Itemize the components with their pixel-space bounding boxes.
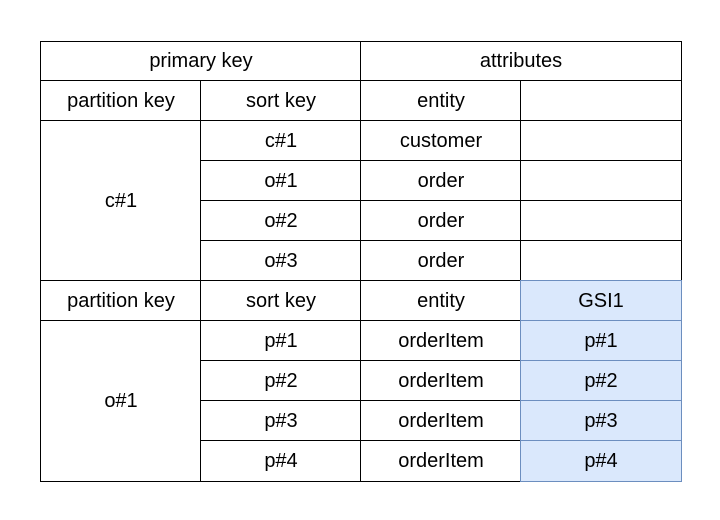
attribute-cell — [520, 240, 682, 282]
partition-key-header: partition key — [40, 80, 202, 122]
entity-cell: orderItem — [360, 440, 522, 482]
gsi1-cell: p#2 — [520, 360, 682, 402]
entity-cell: order — [360, 160, 522, 202]
entity-cell: order — [360, 200, 522, 242]
entity-cell: orderItem — [360, 320, 522, 362]
entity-cell: customer — [360, 120, 522, 162]
empty-attribute-header — [520, 80, 682, 122]
partition-value-cell: o#1 — [40, 320, 202, 482]
sort-key-header: sort key — [200, 80, 362, 122]
attribute-cell — [520, 200, 682, 242]
partition-value-cell: c#1 — [40, 120, 202, 282]
sort-key-cell: p#2 — [200, 360, 362, 402]
sort-key-cell: p#4 — [200, 440, 362, 482]
entity-cell: orderItem — [360, 400, 522, 442]
sort-key-cell: o#2 — [200, 200, 362, 242]
entity-header: entity — [360, 280, 522, 322]
attributes-header: attributes — [360, 41, 682, 82]
gsi1-cell: p#4 — [520, 440, 682, 482]
gsi1-cell: p#1 — [520, 320, 682, 362]
entity-cell: orderItem — [360, 360, 522, 402]
primary-key-header: primary key — [40, 41, 362, 82]
attribute-cell — [520, 160, 682, 202]
gsi1-header: GSI1 — [520, 280, 682, 322]
partition-key-header: partition key — [40, 280, 202, 322]
sort-key-cell: o#1 — [200, 160, 362, 202]
sort-key-header: sort key — [200, 280, 362, 322]
entity-header: entity — [360, 80, 522, 122]
sort-key-cell: p#1 — [200, 320, 362, 362]
sort-key-cell: p#3 — [200, 400, 362, 442]
sort-key-cell: o#3 — [200, 240, 362, 282]
attribute-cell — [520, 120, 682, 162]
sort-key-cell: c#1 — [200, 120, 362, 162]
gsi1-cell: p#3 — [520, 400, 682, 442]
entity-cell: order — [360, 240, 522, 282]
